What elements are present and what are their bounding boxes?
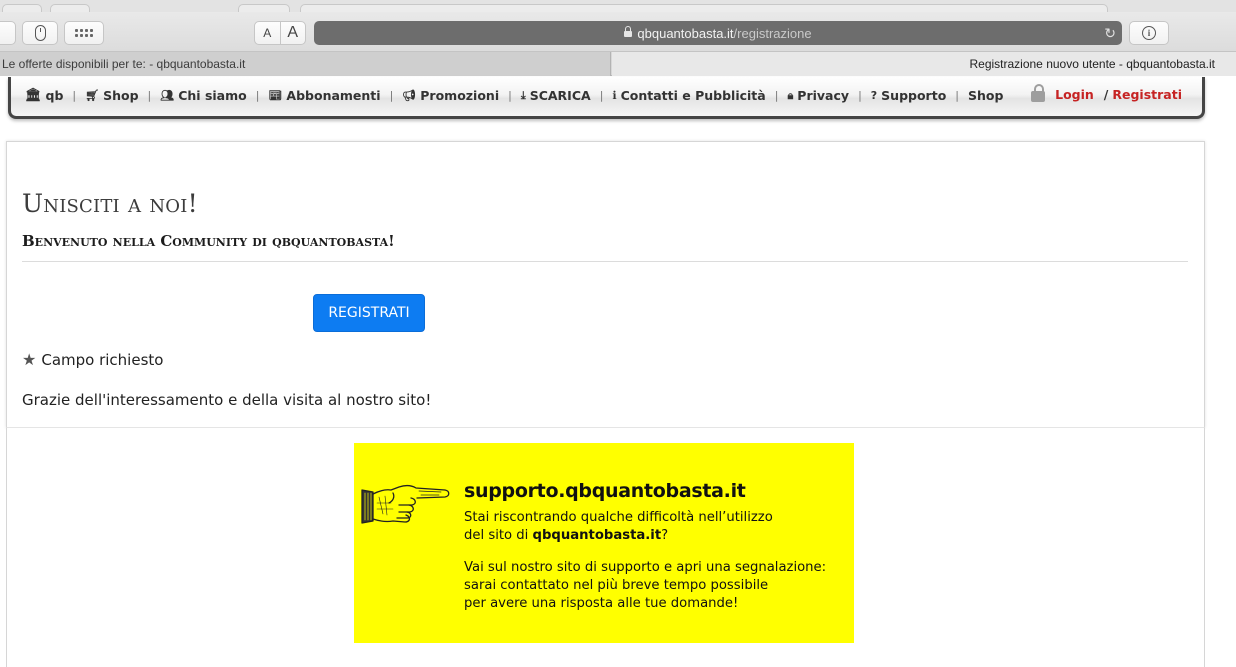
mouse-icon bbox=[34, 25, 46, 41]
page-subtitle: Benvenuto nella Community di qbquantobas… bbox=[22, 232, 395, 250]
required-field-note: ★ Campo richiesto bbox=[22, 350, 163, 369]
nav-separator: | bbox=[858, 89, 862, 102]
nav-separator: | bbox=[72, 89, 77, 102]
nav-label: Supporto bbox=[881, 88, 947, 103]
sidebar-button[interactable] bbox=[0, 21, 16, 45]
support-banner-instructions: Vai sul nostro sito di supporto e apri u… bbox=[464, 559, 826, 613]
pointing-hand-icon bbox=[361, 484, 450, 524]
nav-item-scarica[interactable]: ⤓ SCARICA bbox=[521, 88, 591, 103]
nav-separator: | bbox=[508, 89, 512, 102]
question-icon: ? bbox=[870, 89, 878, 102]
support-banner[interactable]: supporto.qbquantobasta.it Stai riscontra… bbox=[354, 443, 854, 643]
browser-toolbar: A A qbquantobasta.it/registrazione ↻ i bbox=[0, 12, 1236, 52]
nav-item-shop-2[interactable]: Shop bbox=[968, 88, 1003, 103]
nav-item-supporto[interactable]: ? Supporto bbox=[871, 88, 947, 103]
nav-separator: | bbox=[147, 89, 152, 102]
nav-label: Shop bbox=[968, 88, 1004, 103]
banner-line-text: ? bbox=[661, 528, 669, 543]
tab-registrazione[interactable]: Registrazione nuovo utente - qbquantobas… bbox=[612, 52, 1236, 76]
nav-label: SCARICA bbox=[529, 88, 591, 103]
nav-label: Abbonamenti bbox=[286, 88, 381, 103]
info-icon: ℹ︎ bbox=[612, 89, 617, 102]
hidden-url-field bbox=[300, 4, 1108, 12]
hidden-toolbar-button bbox=[2, 4, 42, 12]
nav-label: Shop bbox=[103, 88, 139, 103]
nav-item-promozioni[interactable]: 📢︎ Promozioni bbox=[402, 88, 499, 103]
support-banner-question: Stai riscontrando qualche difficoltà nel… bbox=[464, 509, 773, 545]
star-icon: ★ bbox=[22, 350, 37, 369]
nav-separator: | bbox=[774, 89, 779, 102]
nav-item-privacy[interactable]: 🔒︎ Privacy bbox=[787, 88, 849, 103]
decrease-font-button[interactable]: A bbox=[255, 22, 281, 44]
padlock-icon bbox=[1031, 84, 1046, 102]
nav-label: Chi siamo bbox=[178, 88, 247, 103]
nav-item-qb[interactable]: 🏛︎ qb bbox=[25, 88, 63, 103]
banner-line: per avere una risposta alle tue domande! bbox=[464, 596, 739, 611]
font-size-buttons: A A bbox=[254, 21, 306, 45]
site-navbar: 🏛︎ qb | 🛒︎ Shop | 👥︎ Chi siamo | 📰︎ Abboname… bbox=[8, 77, 1205, 119]
divider bbox=[22, 261, 1188, 262]
nav-separator: | bbox=[255, 89, 260, 102]
banner-line: del sito di qbquantobasta.it? bbox=[464, 527, 773, 545]
grid-icon bbox=[75, 29, 93, 37]
hidden-toolbar-button bbox=[238, 4, 290, 12]
page-info-button[interactable]: i bbox=[1129, 21, 1169, 45]
register-button[interactable]: REGISTRATI bbox=[313, 294, 425, 332]
info-icon: i bbox=[1142, 26, 1156, 40]
window-top-strip bbox=[0, 0, 1236, 12]
nav-separator: | bbox=[389, 89, 394, 102]
auth-separator: / bbox=[1103, 87, 1109, 102]
url-path: /registrazione bbox=[733, 25, 812, 41]
banner-line: Vai sul nostro sito di supporto e apri u… bbox=[464, 560, 827, 575]
nav-label: Contatti e Pubblicità bbox=[620, 88, 766, 103]
newspaper-icon: 📰︎ bbox=[268, 89, 283, 102]
banner-line-text: del sito di bbox=[464, 528, 533, 543]
address-bar[interactable]: qbquantobasta.it/registrazione ↻ bbox=[314, 21, 1122, 45]
tab-bar: Le offerte disponibili per te: - qbquant… bbox=[0, 52, 1236, 76]
apps-grid-button[interactable] bbox=[64, 21, 104, 45]
nav-menu: 🏛︎ qb | 🛒︎ Shop | 👥︎ Chi siamo | 📰︎ Abboname… bbox=[25, 88, 1003, 103]
nav-item-chi-siamo[interactable]: 👥︎ Chi siamo bbox=[160, 88, 246, 103]
page-right-gutter bbox=[1206, 119, 1236, 667]
url-domain: qbquantobasta.it bbox=[637, 25, 734, 41]
bank-icon: 🏛︎ bbox=[25, 88, 42, 103]
reload-icon[interactable]: ↻ bbox=[1104, 25, 1116, 42]
thanks-message: Grazie dell'interessamento e della visit… bbox=[22, 391, 432, 409]
mouse-button[interactable] bbox=[22, 21, 58, 45]
nav-item-contatti[interactable]: ℹ︎ Contatti e Pubblicità bbox=[612, 88, 765, 103]
nav-label: Privacy bbox=[797, 88, 850, 103]
bullhorn-icon: 📢︎ bbox=[402, 89, 417, 102]
banner-line: Stai riscontrando qualche difficoltà nel… bbox=[464, 510, 773, 525]
hidden-toolbar-button bbox=[50, 4, 90, 12]
register-link[interactable]: Registrati bbox=[1112, 87, 1182, 102]
secure-lock-icon bbox=[624, 26, 633, 37]
banner-site-name: qbquantobasta.it bbox=[532, 528, 662, 543]
download-icon: ⤓ bbox=[520, 88, 526, 102]
users-icon: 👥︎ bbox=[160, 89, 175, 102]
registration-card: Unisciti a noi! Benvenuto nella Communit… bbox=[6, 141, 1205, 428]
nav-item-abbonamenti[interactable]: 📰︎ Abbonamenti bbox=[268, 88, 380, 103]
cart-icon: 🛒︎ bbox=[85, 89, 100, 102]
page-title: Unisciti a noi! bbox=[22, 189, 198, 218]
auth-links: Login / Registrati bbox=[1031, 84, 1182, 102]
nav-separator: | bbox=[955, 89, 960, 102]
login-link[interactable]: Login bbox=[1055, 87, 1094, 102]
nav-label: Promozioni bbox=[420, 88, 500, 103]
nav-item-shop[interactable]: 🛒︎ Shop bbox=[85, 88, 138, 103]
support-banner-title: supporto.qbquantobasta.it bbox=[464, 480, 746, 502]
lock-icon: 🔒︎ bbox=[787, 88, 794, 102]
banner-line: sarai contattato nel più breve tempo pos… bbox=[464, 578, 769, 593]
tab-offerte[interactable]: Le offerte disponibili per te: - qbquant… bbox=[0, 52, 611, 76]
required-note-text: Campo richiesto bbox=[41, 350, 164, 369]
nav-label: qb bbox=[45, 88, 64, 103]
nav-separator: | bbox=[599, 89, 604, 102]
increase-font-button[interactable]: A bbox=[281, 22, 306, 44]
